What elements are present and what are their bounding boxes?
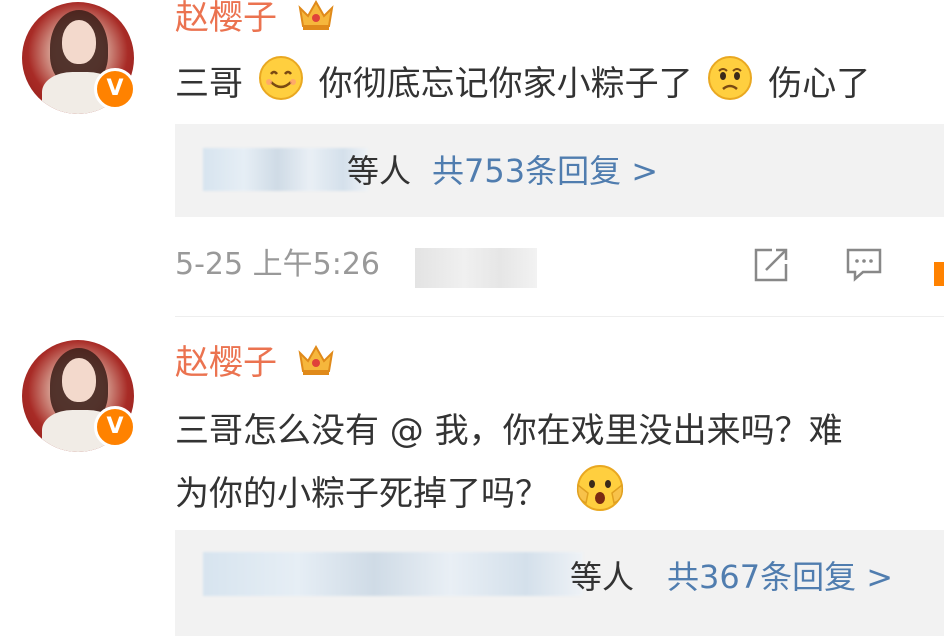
reply-names-tail: 等人 [570, 558, 635, 596]
blurred-names [203, 552, 583, 596]
like-icon[interactable] [934, 262, 944, 286]
crown-icon [296, 0, 336, 41]
reply-names-tail: 等人 [347, 152, 412, 190]
comment-text-part: 三哥 [175, 64, 243, 104]
comment-text: 三哥 你彻底忘记你家小粽子了 伤心了 [175, 55, 870, 116]
share-icon[interactable] [752, 246, 790, 288]
view-replies-link[interactable]: 共753条回复 > [432, 151, 658, 191]
comment-icon[interactable] [845, 246, 883, 288]
comment-text-part: 你彻底忘记你家小粽子了 [318, 64, 693, 104]
avatar[interactable]: V [22, 2, 136, 114]
blurred-source [415, 248, 537, 288]
shocked-emoji [574, 463, 626, 528]
crown-icon [296, 343, 336, 386]
username[interactable]: 赵樱子 [175, 0, 336, 41]
v-badge-icon: V [94, 68, 136, 110]
comment-text: 三哥怎么没有 @ 我，你在戏里没出来吗？难 [175, 411, 843, 451]
comment-timestamp: 5-25 上午5:26 [175, 247, 380, 282]
comment-text-part: 为你的小粽子死掉了吗？ [175, 474, 549, 514]
v-badge-icon: V [94, 406, 136, 448]
reply-summary-box[interactable]: 等人 共367条回复 > [175, 530, 944, 636]
username[interactable]: 赵樱子 [175, 343, 336, 386]
reply-summary-box[interactable]: 等人 共753条回复 > [175, 124, 944, 217]
sad-emoji [707, 55, 753, 116]
smile-emoji [258, 55, 304, 116]
avatar[interactable]: V [22, 340, 136, 452]
comment-text: 为你的小粽子死掉了吗？ [175, 463, 630, 528]
divider [175, 316, 944, 317]
username-text[interactable]: 赵樱子 [175, 343, 277, 383]
username-text[interactable]: 赵樱子 [175, 0, 277, 38]
blurred-names [203, 148, 368, 191]
comment-text-part: 伤心了 [768, 64, 871, 104]
view-replies-link[interactable]: 共367条回复 > [667, 557, 893, 597]
